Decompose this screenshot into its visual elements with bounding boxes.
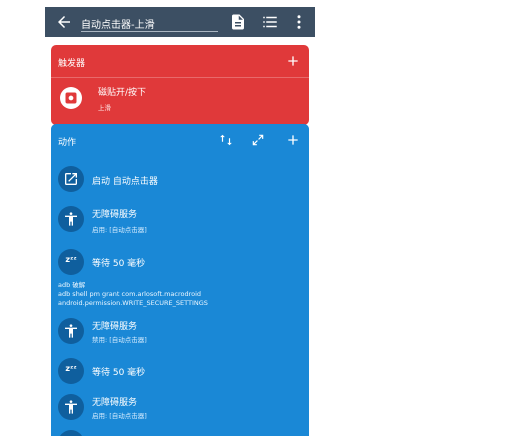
document-icon[interactable] <box>229 13 247 31</box>
top-toolbar: 自动点击器-上滑 <box>45 7 315 37</box>
action-sub: 启用: [自动点击器] <box>92 412 147 420</box>
trigger-item-name[interactable]: 磁贴开/按下 <box>98 85 146 98</box>
action-sub: 禁用: [自动点击器] <box>92 336 147 344</box>
accessibility-icon <box>65 400 77 414</box>
accessibility-icon-circle <box>58 318 84 344</box>
list-icon[interactable] <box>261 13 279 31</box>
action-name: 无障碍服务 <box>92 398 138 408</box>
sleep-icon: zᶻᶻ <box>65 364 77 373</box>
wait-icon-circle: zᶻᶻ <box>58 249 84 275</box>
action-name: 启动 自动点击器 <box>92 177 158 187</box>
macro-name-text: 自动点击器-上滑 <box>81 20 155 31</box>
sleep-icon: zᶻᶻ <box>65 255 77 264</box>
action-name: 等待 50 毫秒 <box>92 259 146 269</box>
phone-screen: 自动点击器-上滑 触发器 磁贴开/按下 上滑 动作 启动 自动点击器 无障碍服务… <box>45 7 315 436</box>
settings-tile-icon <box>65 92 77 104</box>
accessibility-icon-circle <box>58 394 84 420</box>
trigger-item-sub: 上滑 <box>98 104 111 112</box>
back-arrow-icon[interactable] <box>55 13 73 31</box>
trigger-item-icon[interactable] <box>60 87 82 109</box>
open-in-new-icon <box>65 173 77 185</box>
action-sub: 启用: [自动点击器] <box>92 226 147 234</box>
adb-comment: adb 破解 adb shell pm grant com.arlosoft.m… <box>58 281 208 308</box>
reorder-icon[interactable] <box>219 133 233 147</box>
trigger-card: 触发器 磁贴开/按下 上滑 <box>51 45 309 125</box>
adb-comment-line2: android.permission.WRITE_SECURE_SETTINGS <box>58 299 208 307</box>
trigger-section-title: 触发器 <box>58 59 86 69</box>
wait-icon-circle: zᶻᶻ <box>58 358 84 384</box>
launch-icon-circle <box>58 166 84 192</box>
accessibility-icon-circle <box>58 206 84 232</box>
trigger-divider <box>51 77 309 78</box>
expand-icon[interactable] <box>251 133 265 147</box>
macro-name-field[interactable]: 自动点击器-上滑 <box>81 13 218 32</box>
adb-comment-label: adb 破解 <box>58 281 86 289</box>
add-trigger-icon[interactable] <box>285 53 301 69</box>
partial-icon-circle <box>58 430 84 436</box>
add-action-icon[interactable] <box>285 132 301 148</box>
adb-comment-line1: adb shell pm grant com.arlosoft.macrodro… <box>58 290 202 298</box>
actions-section-title: 动作 <box>58 138 77 148</box>
actions-card: 动作 启动 自动点击器 无障碍服务 启用: [自动点击器] zᶻᶻ 等待 50 … <box>51 124 309 436</box>
more-vert-icon[interactable] <box>290 13 308 31</box>
accessibility-icon <box>65 324 77 338</box>
accessibility-icon <box>65 212 77 226</box>
action-name: 等待 50 毫秒 <box>92 368 146 378</box>
action-name: 无障碍服务 <box>92 322 138 332</box>
action-name: 无障碍服务 <box>92 210 138 220</box>
